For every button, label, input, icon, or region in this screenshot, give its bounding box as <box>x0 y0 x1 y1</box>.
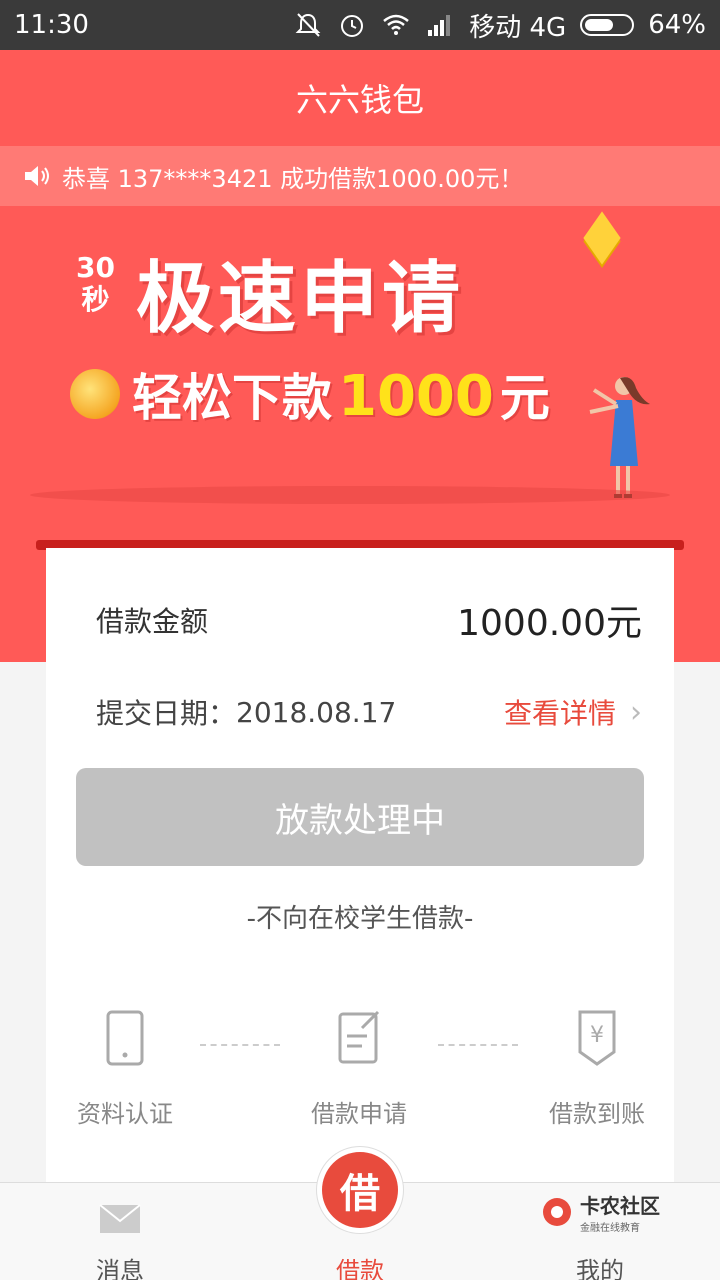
carrier-label: 移动 4G <box>469 12 567 43</box>
date-value: 2018.08.17 <box>236 695 397 729</box>
banner-seconds: 30 秒 <box>76 251 115 316</box>
banner-title: 极速申请 <box>136 254 465 344</box>
banner-amount: 1000 <box>338 364 494 429</box>
disbursement-status-button[interactable]: 放款处理中 <box>76 768 644 866</box>
loan-status-card: 借款金额 1000.00元 提交日期： 2018.08.17 查看详情 › 放款… <box>46 548 674 1198</box>
cube-decoration <box>583 211 621 265</box>
envelope-icon <box>99 1204 141 1233</box>
page-title: 六六钱包 <box>0 50 720 146</box>
student-notice: -不向在校学生借款- <box>246 904 474 934</box>
announcement-bar: 恭喜 137****3421 成功借款1000.00元！ <box>0 146 720 206</box>
coin-icon <box>70 369 120 419</box>
chevron-right-icon: › <box>630 694 642 730</box>
step-label: 借款到账 <box>549 1100 645 1128</box>
amount-value: 1000.00元 <box>457 603 642 644</box>
watermark-logo: 卡农社区 金融在线教育 <box>540 1190 660 1234</box>
view-details-link[interactable]: 查看详情 › <box>504 692 642 732</box>
tab-label: 我的 <box>576 1257 624 1280</box>
loan-center-button[interactable]: 借 <box>316 1146 404 1234</box>
status-bar: 11:30 移动 4G 64% <box>0 0 720 50</box>
watermark-icon <box>543 1198 571 1226</box>
amount-row: 借款金额 1000.00元 <box>96 590 642 650</box>
status-right: 移动 4G 64% <box>293 7 706 44</box>
form-edit-icon <box>338 1010 380 1064</box>
step-application: 借款申请 <box>294 1008 424 1129</box>
yen-receipt-icon: ¥ <box>578 1010 616 1066</box>
alarm-icon <box>341 15 364 37</box>
process-steps: 资料认证 借款申请 ¥ 借款到账 <box>46 1008 674 1128</box>
speaker-icon <box>25 166 49 186</box>
amount-label: 借款金额 <box>96 605 209 638</box>
phone-icon <box>106 1010 144 1066</box>
wifi-icon <box>383 14 410 35</box>
tab-label: 借款 <box>336 1257 384 1280</box>
step-verification: 资料认证 <box>60 1008 190 1129</box>
tab-messages[interactable]: 消息 <box>60 1183 180 1280</box>
step-connector <box>438 1044 518 1046</box>
loan-badge: 借 <box>322 1152 398 1228</box>
date-row: 提交日期： 2018.08.17 查看详情 › <box>96 682 642 742</box>
step-label: 借款申请 <box>311 1100 407 1128</box>
banner-subtitle: 轻松下款 1000 元 <box>70 358 550 430</box>
battery-percent: 64% <box>648 10 706 40</box>
banner-glow <box>30 486 670 504</box>
date-label: 提交日期： <box>96 697 237 730</box>
signal-icon <box>428 15 451 36</box>
step-disbursed: ¥ 借款到账 <box>532 1008 662 1129</box>
tab-label: 消息 <box>96 1257 144 1280</box>
announcement-text: 恭喜 137****3421 成功借款1000.00元！ <box>62 164 524 193</box>
step-label: 资料认证 <box>77 1100 173 1128</box>
woman-illustration <box>589 377 650 498</box>
bell-off-icon <box>295 13 321 37</box>
battery-icon <box>580 14 635 36</box>
svg-text:¥: ¥ <box>590 1023 604 1048</box>
step-connector <box>200 1044 280 1046</box>
status-time: 11:30 <box>14 10 89 40</box>
